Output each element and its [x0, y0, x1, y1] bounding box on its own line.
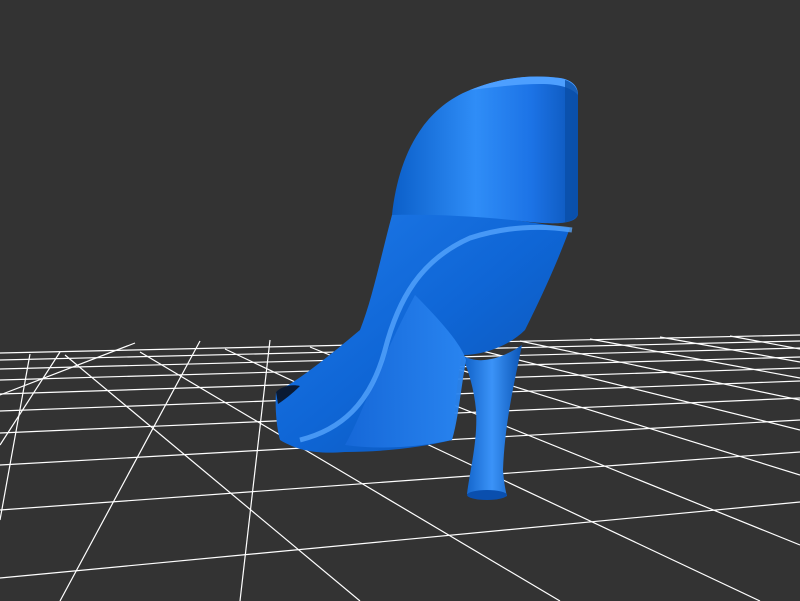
heel-tip	[467, 490, 507, 500]
shaft-edge	[565, 80, 578, 222]
3d-viewport[interactable]	[0, 0, 800, 601]
scene-canvas[interactable]	[0, 0, 800, 601]
shoe-shaft	[392, 76, 578, 224]
heel-stiletto	[462, 345, 522, 499]
